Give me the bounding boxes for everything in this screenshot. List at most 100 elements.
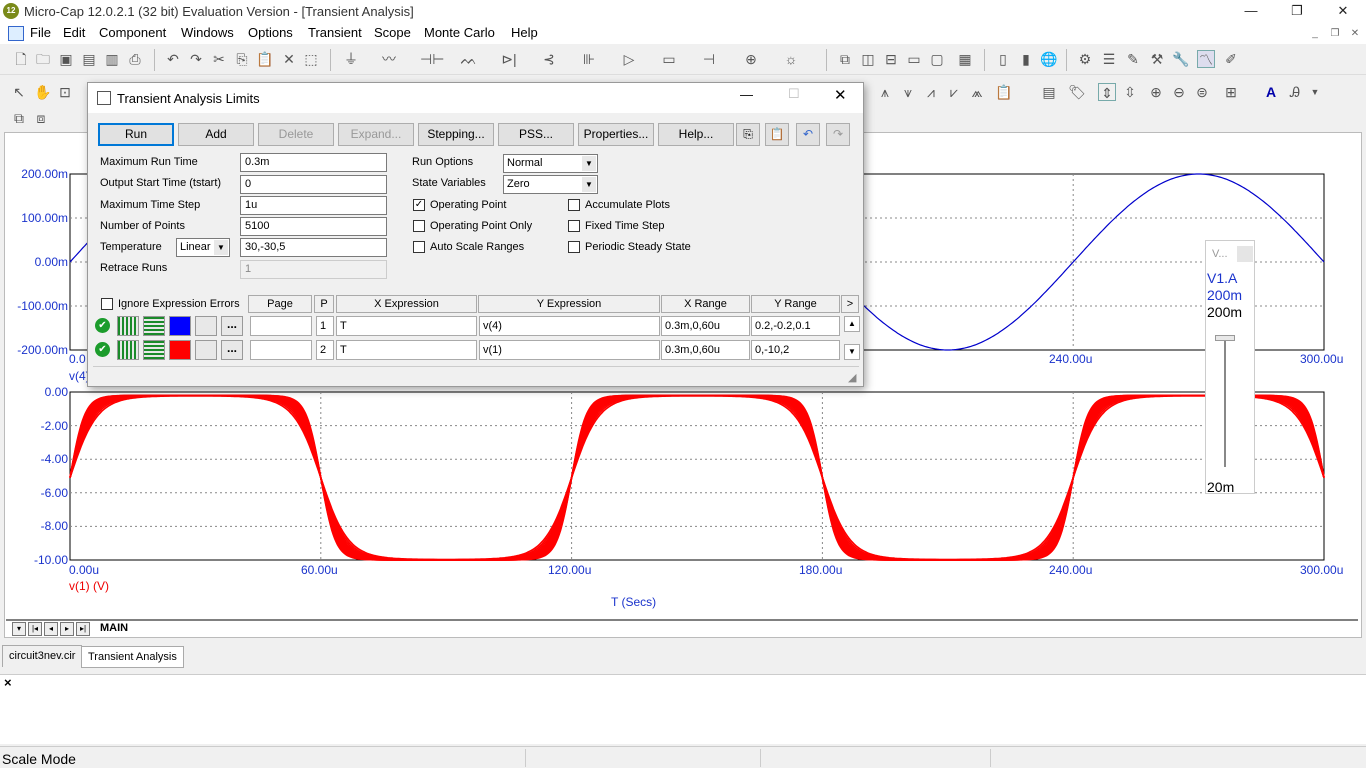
properties-button[interactable]: Properties... [578,123,654,146]
trace-v1-run [69,395,1325,561]
slider-close-icon[interactable] [1237,246,1253,262]
expand-button[interactable]: Expand... [338,123,414,146]
top-x-tick: 300.00u [1300,352,1344,366]
output-close-icon[interactable]: × [4,675,12,690]
scroll-up-icon[interactable]: ▲ [844,316,860,332]
max-run-time-label: Maximum Run Time [100,156,198,168]
run-button[interactable]: Run [98,123,174,146]
check-icon[interactable]: ✔ [95,342,110,357]
pss-button[interactable]: PSS... [498,123,574,146]
state-variables-value: Zero [507,178,530,190]
auto-scale-checkbox[interactable] [413,241,425,253]
more-options-button[interactable]: ... [221,316,243,336]
accumulate-label: Accumulate Plots [585,199,670,211]
row2-y-range[interactable]: 0,-10,2 [751,340,840,360]
trace-v1-run [69,394,1325,561]
output-start-input[interactable]: 0 [240,175,387,194]
help-button[interactable]: Help... [658,123,734,146]
x-axis-label: T (Secs) [611,595,657,609]
row1-x-expr[interactable]: T [336,316,477,336]
col-x-expression[interactable]: X Expression [336,295,477,313]
periodic-checkbox[interactable] [568,241,580,253]
more-options-button[interactable]: ... [221,340,243,360]
row2-page[interactable] [250,340,312,360]
row1-page[interactable] [250,316,312,336]
operating-point-checkbox[interactable]: ✓ [413,199,425,211]
resize-grip-icon[interactable]: ◢ [848,371,856,384]
paste-icon[interactable]: 📋 [765,123,789,146]
top-y-tick: -100.00m [17,299,68,313]
state-variables-select[interactable]: Zero ▼ [503,175,598,194]
col-y-expression[interactable]: Y Expression [478,295,660,313]
col-more[interactable]: > [841,295,859,313]
row2-x-expr[interactable]: T [336,340,477,360]
sheet-last-icon[interactable]: ▸| [76,622,90,636]
table-icon[interactable] [195,340,217,360]
fixed-step-checkbox[interactable] [568,220,580,232]
temperature-input[interactable]: 30,-30,5 [240,238,387,257]
scroll-down-icon[interactable]: ▼ [844,344,860,360]
sheet-prev-icon[interactable]: ◂ [44,622,58,636]
bottom-y-tick: -6.00 [40,486,68,500]
row2-x-range[interactable]: 0.3m,0,60u [661,340,750,360]
copy-icon[interactable]: ⎘ [736,123,760,146]
row2-p[interactable]: 2 [316,340,334,360]
output-pane: × [0,674,1366,744]
hgrid-lines-icon[interactable] [143,316,165,336]
sheet-tab-main[interactable]: MAIN [100,622,128,634]
num-points-input[interactable]: 5100 [240,217,387,236]
max-run-time-input[interactable]: 0.3m [240,153,387,172]
col-x-range[interactable]: X Range [661,295,750,313]
ignore-errors-checkbox[interactable] [101,298,113,310]
row1-y-expr[interactable]: v(4) [479,316,660,336]
redo-icon[interactable]: ↷ [826,123,850,146]
bottom-y-tick: -8.00 [40,519,68,533]
sheet-next-icon[interactable]: ▸ [60,622,74,636]
hgrid-lines-icon[interactable] [143,340,165,360]
col-y-range[interactable]: Y Range [751,295,840,313]
status-bar: Scale Mode [0,746,1366,768]
table-icon[interactable] [195,316,217,336]
sheet-dropdown-icon[interactable]: ▾ [12,622,26,636]
dialog-maximize-button[interactable]: ☐ [788,86,800,102]
temperature-mode-select[interactable]: Linear ▼ [176,238,230,257]
max-time-step-input[interactable]: 1u [240,196,387,215]
top-y-tick: -200.00m [17,343,68,357]
doc-tab-circuit[interactable]: circuit3nev.cir [2,645,83,667]
operating-point-only-checkbox[interactable] [413,220,425,232]
delete-button[interactable]: Delete [258,123,334,146]
retrace-runs-input[interactable]: 1 [240,260,387,279]
grid-lines-icon[interactable] [117,316,139,336]
slider-name: V1.A [1207,270,1238,286]
col-p[interactable]: P [314,295,334,313]
chevron-down-icon: ▼ [582,177,596,192]
row2-y-expr[interactable]: v(1) [479,340,660,360]
stepping-button[interactable]: Stepping... [418,123,494,146]
temperature-mode-value: Linear [180,241,211,253]
bottom-x-tick: 180.00u [799,563,843,577]
grid-lines-icon[interactable] [117,340,139,360]
trace-color-swatch[interactable] [169,340,191,360]
operating-point-label: Operating Point [430,199,507,211]
ignore-errors-label: Ignore Expression Errors [118,298,240,310]
trace-color-swatch[interactable] [169,316,191,336]
check-icon[interactable]: ✔ [95,318,110,333]
bottom-trace-label[interactable]: v(1) (V) [69,579,109,593]
add-button[interactable]: Add [178,123,254,146]
sheet-first-icon[interactable]: |◂ [28,622,42,636]
undo-icon[interactable]: ↶ [796,123,820,146]
run-options-select[interactable]: Normal ▼ [503,154,598,173]
row1-y-range[interactable]: 0.2,-0.2,0.1 [751,316,840,336]
slider-thumb[interactable] [1215,335,1235,341]
doc-tab-transient[interactable]: Transient Analysis [81,646,184,668]
dialog-close-button[interactable]: ✕ [834,86,847,104]
row1-p[interactable]: 1 [316,316,334,336]
accumulate-checkbox[interactable] [568,199,580,211]
row1-x-range[interactable]: 0.3m,0,60u [661,316,750,336]
dialog-minimize-button[interactable]: — [740,87,753,102]
top-x-tick: 240.00u [1049,352,1093,366]
trace-v1-run [69,394,1325,561]
bottom-x-tick: 60.00u [301,563,338,577]
top-y-tick: 100.00m [21,211,68,225]
col-page[interactable]: Page [248,295,312,313]
